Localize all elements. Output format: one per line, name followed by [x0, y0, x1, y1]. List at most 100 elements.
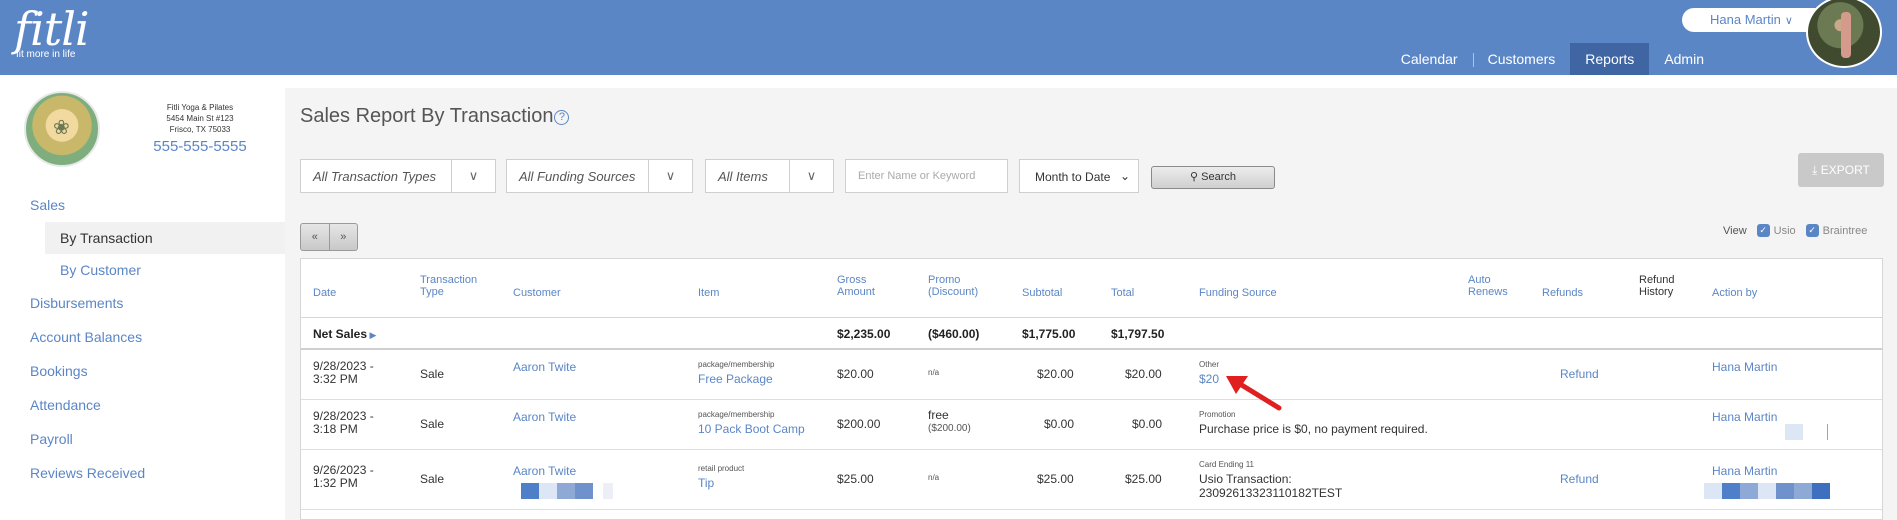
nav-calendar[interactable]: Calendar — [1386, 43, 1473, 75]
avatar[interactable] — [1806, 0, 1882, 68]
row-customer: Aaron Twite — [513, 464, 613, 502]
funding-label: Other — [1199, 360, 1220, 369]
date-range-value: Month to Date — [1035, 170, 1111, 184]
redacted-block — [1785, 424, 1828, 443]
nav-admin[interactable]: Admin — [1649, 43, 1719, 75]
braintree-checkbox[interactable]: ✓ — [1805, 224, 1819, 237]
col-transaction-type[interactable]: Transaction Type — [420, 274, 490, 298]
studio-phone[interactable]: 555-555-5555 — [130, 138, 270, 156]
funding-note: Usio Transaction: — [1199, 472, 1292, 486]
col-refund-history: Refund History — [1639, 274, 1675, 298]
row-promo: n/a — [928, 368, 940, 377]
sidebar-item-bookings[interactable]: Bookings — [0, 354, 285, 388]
col-subtotal[interactable]: Subtotal — [1022, 287, 1062, 299]
chevron-down-icon[interactable]: ∨ — [648, 160, 692, 192]
promo-value: free — [928, 408, 949, 422]
main-content: Sales Report By Transaction? All Transac… — [285, 88, 1897, 520]
row-item: package/membership 10 Pack Boot Camp — [698, 408, 805, 436]
row-funding: Promotion Purchase price is $0, no paymen… — [1199, 408, 1428, 436]
lotus-icon: ❀ — [53, 117, 70, 139]
row-subtotal: $25.00 — [1037, 472, 1074, 486]
pager: « » — [300, 223, 358, 251]
transaction-type-filter[interactable]: All Transaction Types ∨ — [300, 159, 496, 193]
row-item: retail product Tip — [698, 462, 744, 490]
annotation-arrow-icon — [1226, 376, 1282, 411]
studio-address2: Frisco, TX 75033 — [169, 125, 231, 134]
next-page-button[interactable]: » — [328, 224, 358, 250]
item-link[interactable]: Free Package — [698, 372, 774, 386]
sidebar-item-by-transaction[interactable]: By Transaction — [45, 222, 285, 254]
studio-name: Fitli Yoga & Pilates — [166, 103, 234, 112]
studio-info: Fitli Yoga & Pilates 5454 Main St #123 F… — [130, 102, 270, 156]
action-by-link[interactable]: Hana Martin — [1712, 360, 1777, 374]
time-line: 3:18 PM — [313, 422, 358, 436]
row-type: Sale — [420, 417, 445, 431]
net-subtotal: $1,775.00 — [1022, 327, 1076, 341]
refund-link[interactable]: Refund — [1560, 472, 1599, 486]
time-line: 3:32 PM — [313, 372, 358, 386]
funding-link[interactable]: $20 — [1199, 372, 1219, 386]
item-link[interactable]: Tip — [698, 476, 744, 490]
funding-source-filter[interactable]: All Funding Sources ∨ — [506, 159, 693, 193]
fitli-logo[interactable]: fitli fit more in life — [14, 2, 90, 60]
net-sales-toggle[interactable]: Net Sales ▶ — [313, 327, 376, 341]
row-promo: free ($200.00) — [928, 409, 971, 435]
user-menu[interactable]: Hana Martin ∨ — [1682, 8, 1822, 32]
col-auto-renews[interactable]: Auto Renews — [1468, 274, 1518, 298]
item-link[interactable]: 10 Pack Boot Camp — [698, 422, 805, 436]
sidebar-item-reviews-received[interactable]: Reviews Received — [0, 456, 285, 490]
sidebar-item-attendance[interactable]: Attendance — [0, 388, 285, 422]
braintree-label: Braintree — [1822, 224, 1868, 237]
top-bar: fitli fit more in life Hana Martin ∨ Cale… — [0, 0, 1897, 75]
table-row: 9/26/2023 -1:32 PM Sale Aaron Twite reta… — [301, 450, 1882, 510]
logo-text: fitli — [14, 2, 90, 56]
export-button[interactable]: ⤓ EXPORT — [1798, 153, 1884, 187]
row-funding: Card Ending 11 Usio Transaction: 230926133… — [1199, 458, 1342, 500]
prev-page-button[interactable]: « — [301, 224, 329, 250]
sidebar-item-account-balances[interactable]: Account Balances — [0, 320, 285, 354]
items-filter[interactable]: All Items ∨ — [705, 159, 834, 193]
nav-reports[interactable]: Reports — [1570, 43, 1650, 75]
net-promo: ($460.00) — [928, 327, 980, 341]
sidebar-item-sales[interactable]: Sales — [0, 188, 285, 222]
sidebar-item-by-customer[interactable]: By Customer — [0, 254, 285, 286]
search-button-label: Search — [1201, 171, 1236, 183]
usio-label: Usio — [1773, 224, 1796, 237]
row-item: package/membership Free Package — [698, 358, 774, 386]
keyword-input[interactable]: Enter Name or Keyword — [845, 159, 1008, 193]
header-divider — [301, 317, 1882, 318]
search-button[interactable]: ⚲ Search — [1151, 166, 1275, 189]
col-customer[interactable]: Customer — [513, 287, 561, 299]
promo-amount: ($200.00) — [928, 423, 971, 434]
customer-link[interactable]: Aaron Twite — [513, 464, 613, 478]
col-action-by[interactable]: Action by — [1712, 287, 1757, 299]
chevron-down-icon[interactable]: ∨ — [451, 160, 495, 192]
transaction-type-value: All Transaction Types — [313, 169, 437, 184]
date-range-select[interactable]: Month to Date ⌄ — [1019, 159, 1139, 193]
sidebar-item-payroll[interactable]: Payroll — [0, 422, 285, 456]
usio-checkbox[interactable]: ✓ — [1756, 224, 1770, 237]
col-funding-source[interactable]: Funding Source — [1199, 287, 1277, 299]
row-total: $0.00 — [1132, 417, 1163, 431]
studio-logo: ❀ — [24, 91, 100, 167]
col-date[interactable]: Date — [313, 287, 336, 299]
col-total[interactable]: Total — [1111, 287, 1134, 299]
row-gross: $25.00 — [837, 472, 874, 486]
help-icon[interactable]: ? — [554, 110, 570, 125]
action-by-link[interactable]: Hana Martin — [1712, 464, 1830, 478]
chevron-down-icon[interactable]: ∨ — [789, 160, 833, 192]
table-row: 9/28/2023 -3:18 PM Sale Aaron Twite pack… — [301, 400, 1882, 450]
sidebar-item-disbursements[interactable]: Disbursements — [0, 286, 285, 320]
row-date: 9/28/2023 -3:18 PM — [313, 410, 374, 436]
action-by-link[interactable]: Hana Martin — [1712, 410, 1777, 424]
col-item[interactable]: Item — [698, 287, 719, 299]
col-gross-amount[interactable]: Gross Amount — [837, 274, 887, 298]
customer-link[interactable]: Aaron Twite — [513, 360, 576, 374]
refund-link[interactable]: Refund — [1560, 367, 1599, 381]
customer-link[interactable]: Aaron Twite — [513, 410, 576, 424]
col-refunds[interactable]: Refunds — [1542, 287, 1583, 299]
download-icon: ⤓ — [1812, 163, 1818, 177]
nav-customers[interactable]: Customers — [1472, 43, 1571, 75]
net-gross: $2,235.00 — [837, 327, 891, 341]
col-promo[interactable]: Promo (Discount) — [928, 274, 988, 298]
